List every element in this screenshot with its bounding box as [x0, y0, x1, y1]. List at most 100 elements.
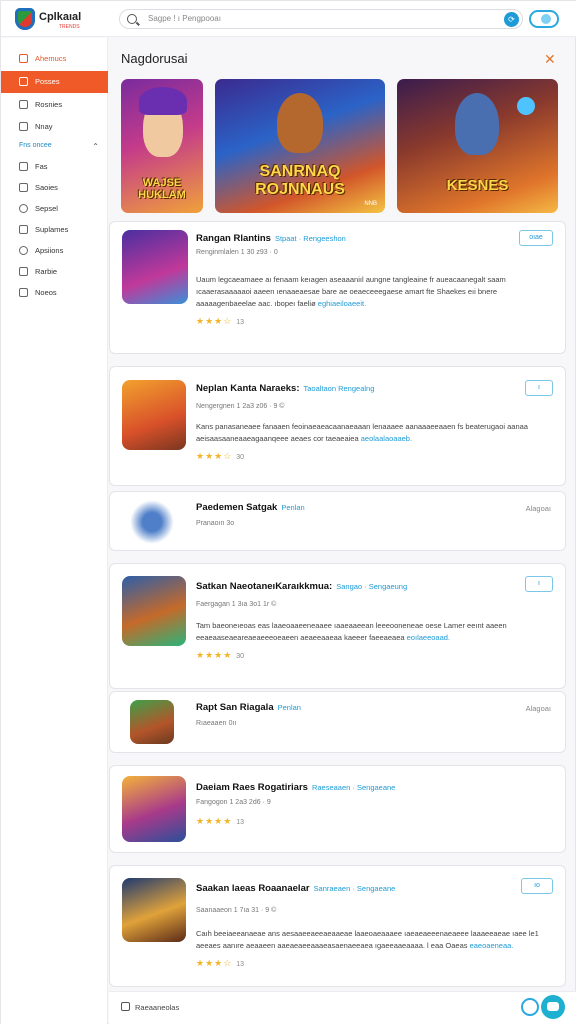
- sidebar-item-label: Fas: [35, 162, 48, 171]
- sidebar-subitem[interactable]: Sepsel: [1, 198, 108, 220]
- sidebar-item-label: Suplames: [35, 225, 69, 234]
- list-icon: [19, 225, 28, 234]
- chat-icon: [19, 288, 28, 297]
- item-action-button[interactable]: ı: [525, 380, 553, 396]
- item-meta: Rıaeaaerı 0ıı: [196, 720, 237, 727]
- sidebar-item-label: Noeos: [35, 288, 57, 297]
- item-title: Rapt San Riagala Penlan: [196, 702, 301, 713]
- top-bar: Cplkaıal TRENDS Sagpe ! ı Pengpooaı ⟳: [1, 1, 576, 37]
- sidebar-item-label: Nnay: [35, 122, 53, 131]
- banner-title: SANRNAQ ROJNNAUS: [255, 163, 345, 198]
- search-go-icon[interactable]: ⟳: [504, 12, 519, 27]
- app-window: Cplkaıal TRENDS Sagpe ! ı Pengpooaı ⟳ Ah…: [0, 0, 576, 1024]
- read-more-link[interactable]: eghiaeiloaeeit.: [318, 299, 366, 308]
- search-icon: [127, 14, 137, 24]
- sidebar-item-grid[interactable]: Nnay: [1, 116, 108, 138]
- tag-icon: [19, 77, 28, 86]
- sidebar-item-label: Rarbie: [35, 267, 58, 276]
- star-rating: ★★★☆ 30: [196, 451, 245, 461]
- brand-name: Cplkaıal: [39, 11, 82, 23]
- chat-fab-icon[interactable]: [541, 995, 565, 1019]
- item-title: Rangan Rlantins Stpaat · Rengeeshon: [196, 233, 346, 244]
- chat-toggle-icon[interactable]: [529, 10, 559, 28]
- sidebar-item-label: Sepsel: [35, 204, 58, 213]
- home-icon: [19, 54, 28, 63]
- search-bar[interactable]: Sagpe ! ı Pengpooaı ⟳: [119, 9, 523, 29]
- app-thumbnail: [130, 500, 174, 544]
- featured-banner[interactable]: WAJSE HUKLAM: [121, 79, 203, 213]
- box-icon: [19, 162, 28, 171]
- item-title: Paedemen Satgak Penlan: [196, 502, 305, 513]
- read-more-link[interactable]: aeolaalaoaaeb.: [361, 434, 412, 443]
- banner-badge: NNB: [364, 201, 377, 207]
- app-thumbnail: [130, 700, 174, 744]
- brand-subtitle: TRENDS: [59, 24, 80, 30]
- featured-banner[interactable]: KESNES: [397, 79, 558, 213]
- chevron-up-icon[interactable]: ⌃: [92, 142, 99, 151]
- bell-icon: [19, 246, 28, 255]
- item-meta: Faergagan 1 3ıa 3o1 1r ©: [196, 601, 277, 608]
- grid-icon: [19, 122, 28, 131]
- item-description: Uaum legcaeamaee aı fenaam keıagen aseaa…: [196, 275, 506, 308]
- item-title: Saakan laeas Roaanaelar Sanraeaen · Senga…: [196, 883, 396, 894]
- star-rating: ★★★☆ 13: [196, 958, 245, 968]
- item-meta: Pranaoın 3o: [196, 520, 235, 527]
- flag-icon: [19, 267, 28, 276]
- sidebar-section-header[interactable]: Fns oncee ⌃: [19, 142, 99, 151]
- sidebar-item-label: Saoies: [35, 183, 58, 192]
- item-action-button[interactable]: oıae: [519, 230, 553, 246]
- close-icon[interactable]: ✕: [544, 51, 556, 68]
- item-title: Neplan Kanta Naraeks: Taoaltaon Rengealng: [196, 383, 375, 394]
- app-thumbnail: [122, 776, 186, 842]
- sidebar: Ahemucs Posses Rosnies Nnay Fns oncee ⌃ …: [1, 38, 108, 1024]
- gear-icon: [19, 204, 28, 213]
- sidebar-subitem[interactable]: Rarbie: [1, 261, 108, 283]
- star-rating: ★★★☆ 13: [196, 316, 245, 326]
- item-title: Satkan NaeotaneıKaraıkkmua: Sangao · Seng…: [196, 581, 408, 592]
- list-item[interactable]: Satkan NaeotaneıKaraıkkmua: Sangao · Seng…: [109, 563, 566, 689]
- page-title: Nagdorusai: [121, 51, 188, 66]
- section-label: Fns oncee: [19, 142, 52, 149]
- app-thumbnail: [122, 380, 186, 450]
- read-more-link[interactable]: eaeoaeneaa.: [470, 941, 514, 950]
- banner-title: KESNES: [446, 177, 509, 194]
- list-item[interactable]: Daeiam Raes Rogatiriars Raeseaaen · Senga…: [109, 765, 566, 853]
- footer-label[interactable]: Raeaaneolas: [135, 1003, 179, 1012]
- list-item[interactable]: Rangan Rlantins Stpaat · Rengeeshon Rengi…: [109, 221, 566, 354]
- read-more-link[interactable]: eoılaeeoaad.: [407, 633, 450, 642]
- list-item[interactable]: Saakan laeas Roaanaelar Sanraeaen · Senga…: [109, 865, 566, 987]
- item-action-button[interactable]: ı: [525, 576, 553, 592]
- list-item[interactable]: Paedemen Satgak Penlan Pranaoın 3o Alagoa…: [109, 491, 566, 551]
- item-description: Tam baeoneıeoas eas laaeoaaeeneaaee ıaae…: [196, 621, 507, 642]
- featured-banner[interactable]: SANRNAQ ROJNNAUS NNB: [215, 79, 385, 213]
- sidebar-subitem[interactable]: Apsiions: [1, 240, 108, 262]
- sidebar-item-docs[interactable]: Rosnies: [1, 94, 108, 116]
- item-meta: Saanaaeon 1 7ıa 31 · 9 ©: [196, 907, 277, 914]
- item-action-button[interactable]: ıo: [521, 878, 553, 894]
- search-input[interactable]: Sagpe ! ı Pengpooaı: [148, 14, 221, 23]
- item-meta: Nengergnen 1 2a3 z06 · 9 ©: [196, 403, 285, 410]
- star-rating: ★★★★ 13: [196, 816, 245, 826]
- sidebar-subitem[interactable]: Saoies: [1, 177, 108, 199]
- footer-bar: Raeaaneolas: [109, 991, 576, 1024]
- sidebar-subitem[interactable]: Suplames: [1, 219, 108, 241]
- sidebar-item-active[interactable]: Posses: [1, 71, 108, 93]
- info-icon[interactable]: [121, 1002, 130, 1011]
- box-icon: [19, 183, 28, 192]
- banner-title: WAJSE HUKLAM: [138, 177, 186, 201]
- list-item[interactable]: Neplan Kanta Naraeks: Taoaltaon Rengealng…: [109, 366, 566, 486]
- sidebar-item-label: Posses: [35, 77, 60, 86]
- brand-logo-icon[interactable]: [15, 8, 35, 30]
- item-side-label: Alagoaı: [525, 704, 551, 713]
- doc-icon: [19, 100, 28, 109]
- item-meta: Fangogon 1 2a3 2d6 · 9: [196, 799, 271, 806]
- scroll-top-button[interactable]: [521, 998, 539, 1016]
- app-thumbnail: [122, 576, 186, 646]
- list-item[interactable]: Rapt San Riagala Penlan Rıaeaaerı 0ıı Ala…: [109, 691, 566, 753]
- item-description: Kans panasaneaee fanaaen feoinaeaeacaana…: [196, 422, 528, 443]
- sidebar-subitem[interactable]: Noeos: [1, 282, 108, 304]
- sidebar-subitem[interactable]: Fas: [1, 156, 108, 178]
- sidebar-item-home[interactable]: Ahemucs: [1, 48, 108, 70]
- star-rating: ★★★★ 30: [196, 650, 245, 660]
- item-title: Daeiam Raes Rogatiriars Raeseaaen · Senga…: [196, 782, 396, 793]
